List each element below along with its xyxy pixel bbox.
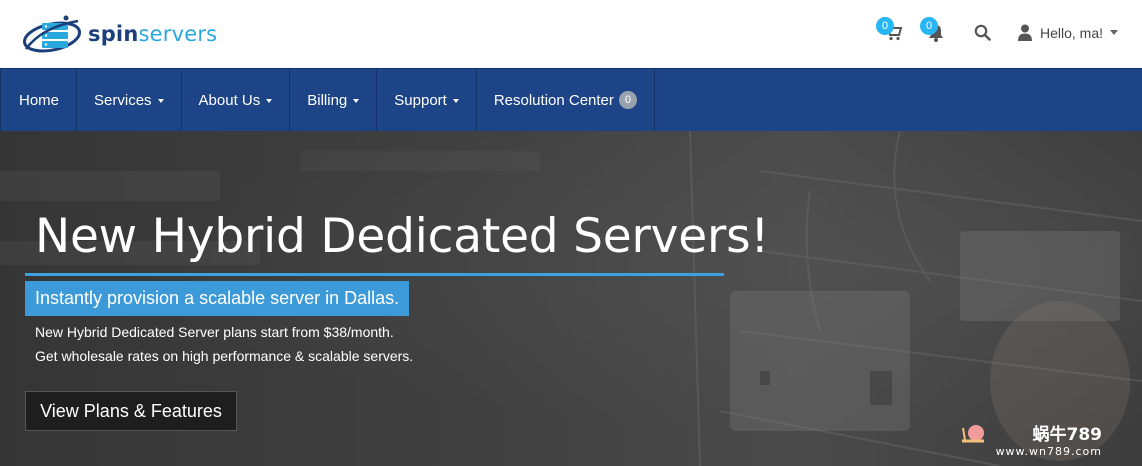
watermark: 蜗牛789 www.wn789.com: [961, 420, 1103, 458]
hero-description-line: Get wholesale rates on high performance …: [35, 348, 414, 364]
view-plans-button[interactable]: View Plans & Features: [25, 391, 237, 431]
snail-icon: [961, 425, 984, 443]
chevron-down-icon: [157, 99, 164, 103]
notifications-button[interactable]: 0: [920, 17, 944, 47]
hero-divider: [25, 273, 724, 276]
logo[interactable]: spinservers: [22, 12, 217, 56]
search-button[interactable]: [974, 24, 991, 46]
user-icon: [1018, 24, 1032, 41]
resolution-count-badge: 0: [618, 91, 637, 109]
watermark-url: www.wn789.com: [995, 445, 1102, 458]
nav-item-home[interactable]: Home: [0, 69, 78, 131]
nav-item-label: Services: [94, 91, 152, 109]
notifications-count-badge: 0: [920, 17, 938, 35]
logo-text-spin: spin: [88, 22, 139, 46]
nav-item-services[interactable]: Services: [77, 69, 182, 131]
watermark-title: 蜗牛789: [1032, 425, 1103, 445]
chevron-down-icon: [1110, 30, 1119, 35]
logo-text-servers: servers: [138, 22, 218, 46]
hero-description-line: New Hybrid Dedicated Server plans start …: [35, 324, 394, 340]
nav-item-label: Home: [19, 91, 60, 109]
user-greeting: Hello, ma!: [1040, 24, 1104, 41]
search-icon: [974, 24, 991, 41]
nav-item-label: Support: [394, 91, 447, 109]
nav-item-label: Resolution Center: [493, 91, 614, 109]
nav-item-about-us[interactable]: About Us: [182, 69, 291, 131]
nav-item-resolution-center[interactable]: Resolution Center 0: [477, 69, 655, 131]
user-menu[interactable]: Hello, ma!: [1018, 24, 1119, 41]
chevron-down-icon: [452, 99, 459, 103]
nav-item-label: Billing: [307, 91, 348, 109]
hero-banner: New Hybrid Dedicated Servers! Instantly …: [0, 131, 1142, 466]
logo-text: spinservers: [88, 22, 217, 46]
hero-tagline: Instantly provision a scalable server in…: [25, 281, 410, 316]
hero-title: New Hybrid Dedicated Servers!: [35, 209, 770, 264]
cart-button[interactable]: 0: [876, 17, 903, 46]
chevron-down-icon: [266, 99, 273, 103]
logo-icon: [22, 15, 82, 53]
nav-item-billing[interactable]: Billing: [290, 69, 378, 131]
cart-count-badge: 0: [876, 17, 894, 35]
main-navigation: Home Services About Us Billing Support R…: [0, 68, 1142, 131]
chevron-down-icon: [353, 99, 360, 103]
nav-item-label: About Us: [198, 91, 261, 109]
nav-item-support[interactable]: Support: [377, 69, 477, 131]
top-header: spinservers 0 0 Hello, ma!: [0, 0, 1142, 68]
